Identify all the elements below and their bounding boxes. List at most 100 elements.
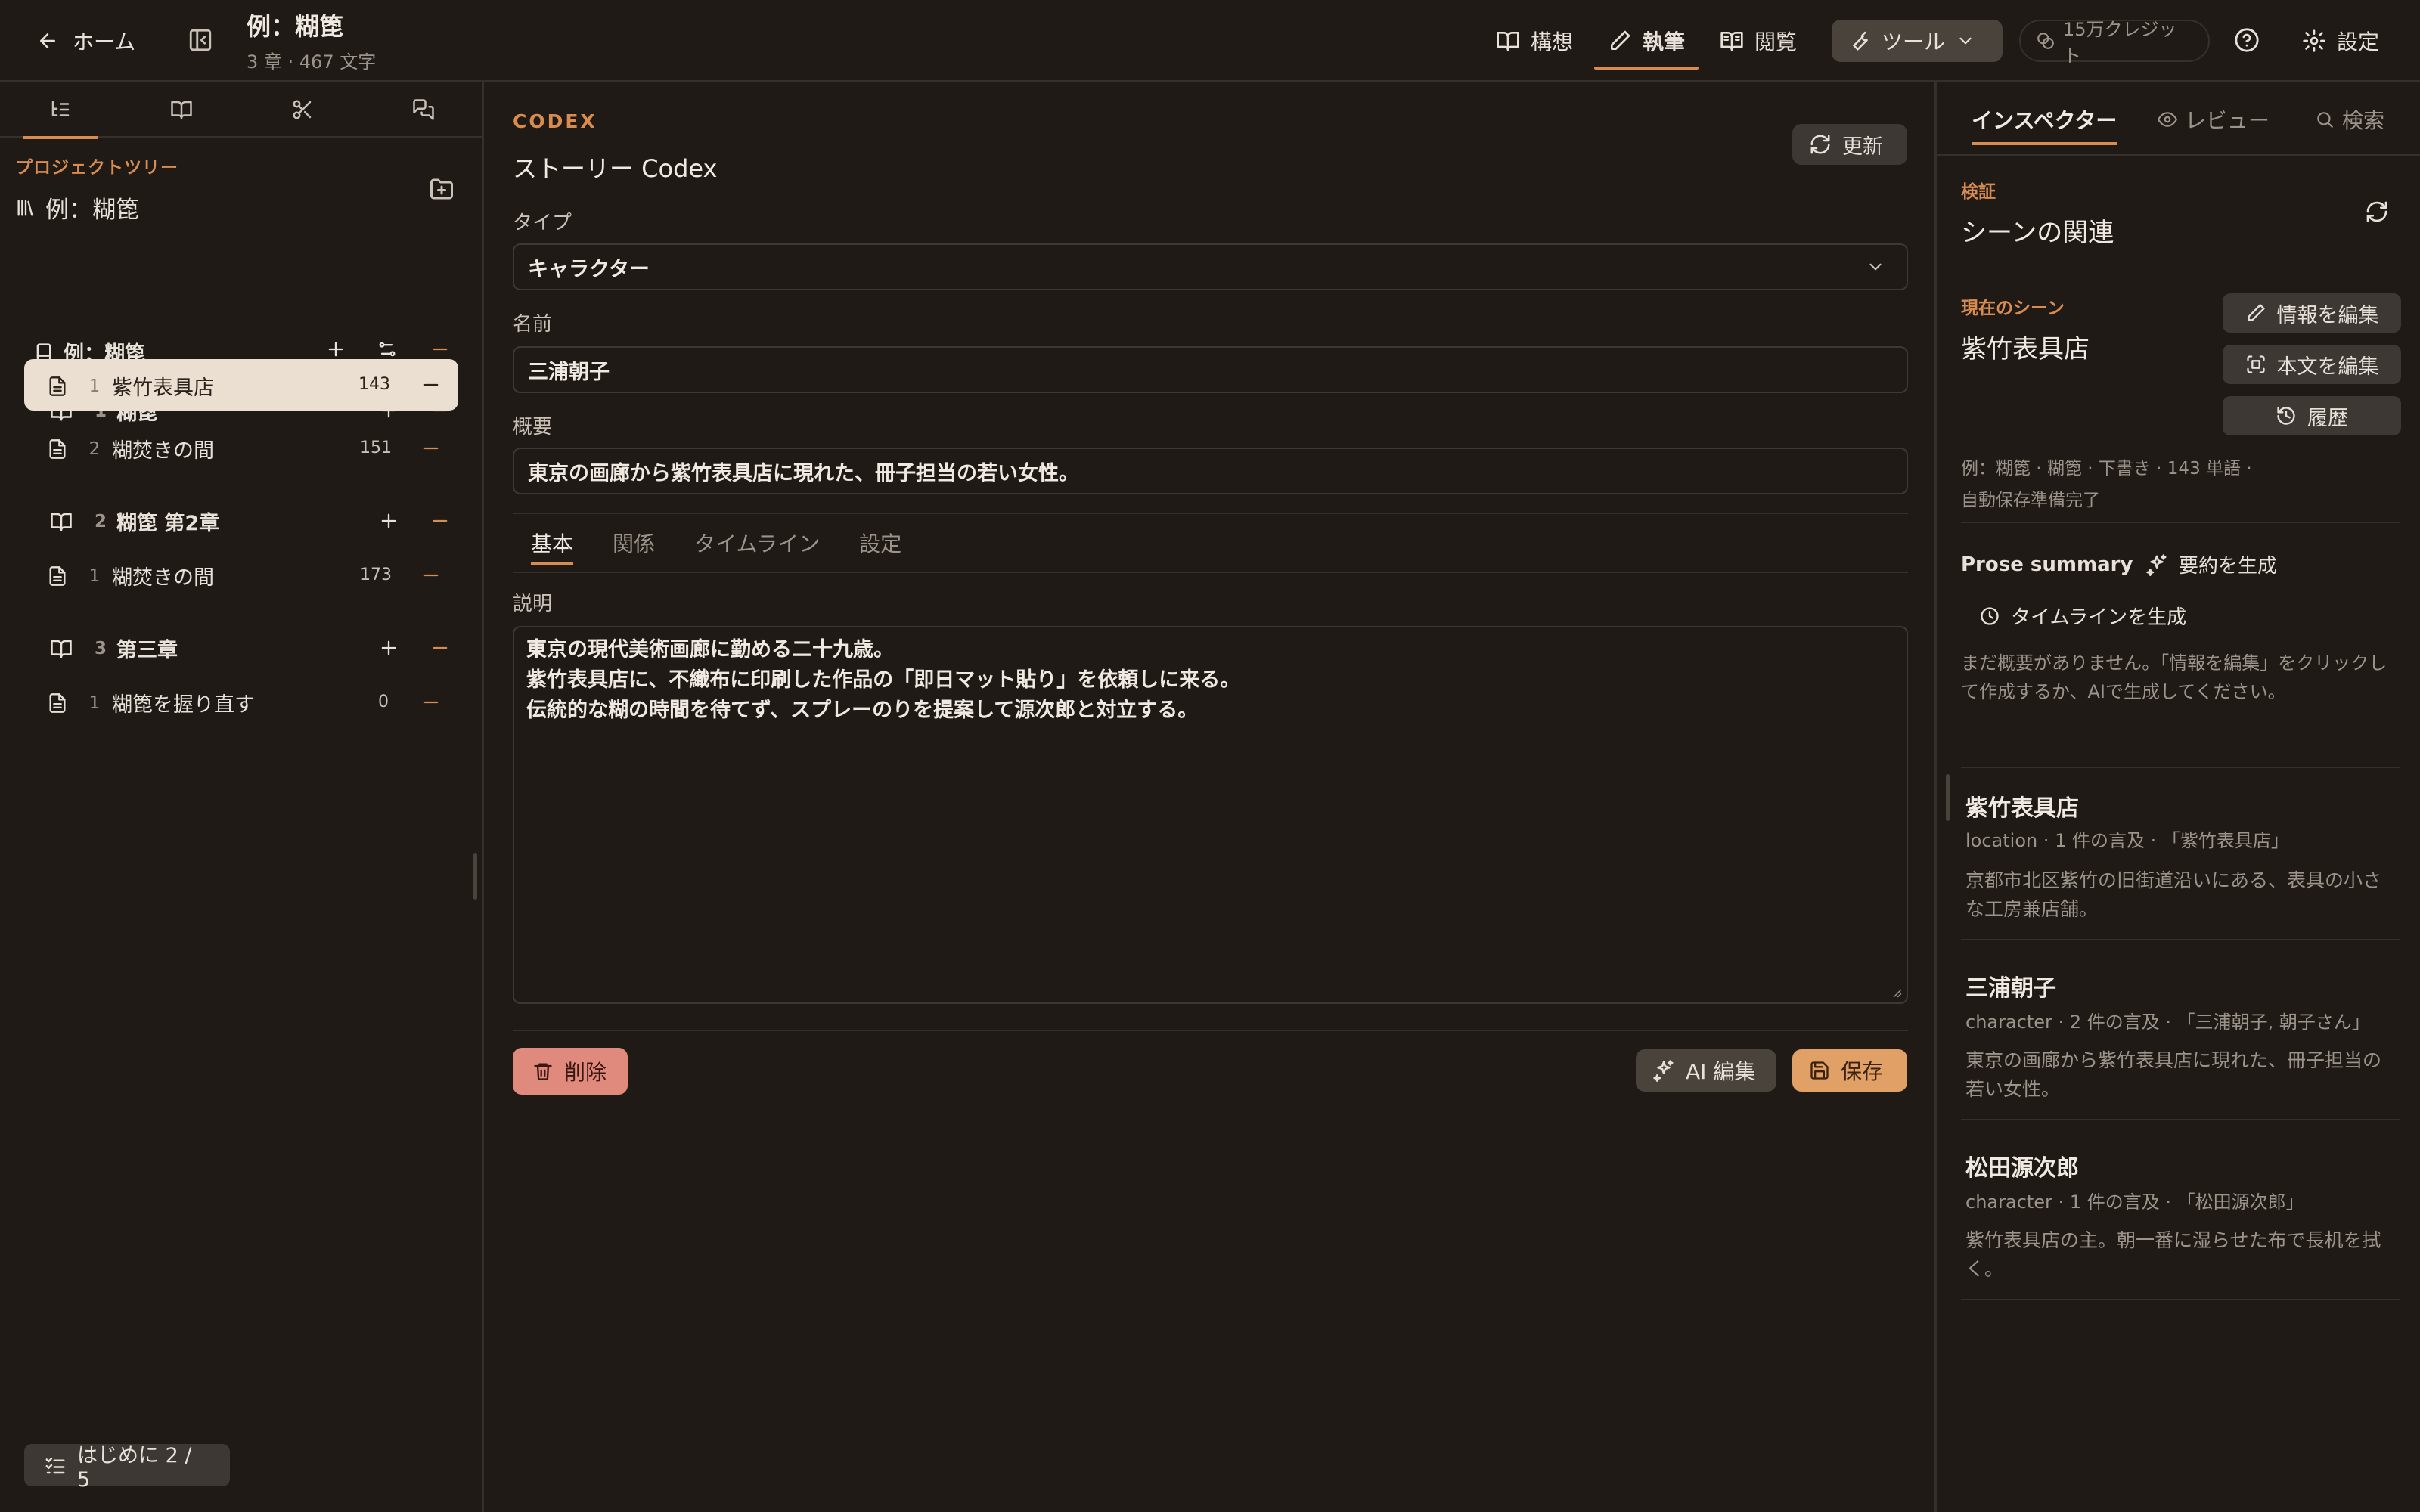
scene-word-count: 0 xyxy=(378,692,389,711)
tree-scene[interactable]: 1 紫竹表具店 xyxy=(47,371,214,401)
tab-timeline[interactable]: タイムライン xyxy=(694,514,820,572)
generate-timeline-label: タイムラインを生成 xyxy=(2011,606,2187,629)
tab-search[interactable]: 検索 xyxy=(2315,104,2384,135)
wrench-icon xyxy=(1848,29,1871,52)
clock-icon xyxy=(1979,606,2000,627)
getting-started-button[interactable]: はじめに 2 / 5 xyxy=(24,1444,230,1492)
new-folder-icon[interactable] xyxy=(428,175,455,203)
add-icon[interactable] xyxy=(378,510,399,531)
tab-settings[interactable]: 設定 xyxy=(859,514,901,572)
tab-review[interactable]: レビュー xyxy=(2158,104,2270,135)
current-scene-label: 現在のシーン xyxy=(1961,299,2065,318)
remove-icon[interactable] xyxy=(420,565,442,586)
scroll-handle[interactable] xyxy=(1946,774,1950,821)
settings-button[interactable]: 設定 xyxy=(2302,26,2379,56)
edit-info-button[interactable]: 情報を編集 xyxy=(2223,293,2401,333)
remove-icon[interactable] xyxy=(420,692,442,713)
refresh-icon[interactable] xyxy=(2365,200,2389,224)
save-label: 保存 xyxy=(1841,1059,1884,1084)
generate-timeline-button[interactable]: タイムラインを生成 xyxy=(1979,602,2186,630)
divider xyxy=(1961,767,2400,768)
codex-entry-desc: 東京の画廊から紫竹表具店に現れた、冊子担当の若い女性。 xyxy=(1965,1049,2382,1100)
tree-list-icon xyxy=(49,98,72,121)
tab-basic[interactable]: 基本 xyxy=(531,514,574,572)
tree-scene[interactable]: 1 糊焚きの間 xyxy=(47,561,214,590)
verify-label: 検証 xyxy=(1961,182,1996,202)
tab-chat[interactable] xyxy=(386,82,461,138)
file-icon xyxy=(47,692,68,714)
chapter-label: 第三章 xyxy=(116,639,178,662)
summary-label: 概要 xyxy=(513,416,553,438)
project-subtitle: 3 章 · 467 文字 xyxy=(247,51,377,73)
resize-handle[interactable] xyxy=(473,853,477,900)
remove-icon[interactable] xyxy=(430,510,451,531)
type-select[interactable]: キャラクター xyxy=(513,243,1908,290)
codex-entry-meta: character · 1 件の言及 · 「松田源次郎」 xyxy=(1965,1191,2304,1213)
tree-chapter[interactable]: 2 糊箆 第2章 xyxy=(50,507,219,536)
scan-text-icon xyxy=(2245,354,2266,375)
edit-info-label: 情報を編集 xyxy=(2276,303,2379,327)
mode-plan[interactable]: 構想 xyxy=(1482,17,1587,65)
tree-chapter[interactable]: 3 第三章 xyxy=(50,634,178,663)
remove-icon[interactable] xyxy=(420,438,442,459)
mode-read[interactable]: 閲覧 xyxy=(1706,17,1810,65)
generate-summary-button[interactable]: 要約を生成 xyxy=(2145,550,2277,578)
add-icon[interactable] xyxy=(325,339,346,360)
mode-read-label: 閲覧 xyxy=(1754,29,1798,54)
help-icon[interactable] xyxy=(2234,27,2260,53)
credits-badge[interactable]: 15万クレジット xyxy=(2019,19,2210,67)
scene-number: 1 xyxy=(88,692,101,713)
tab-tree[interactable] xyxy=(23,82,98,139)
add-icon[interactable] xyxy=(378,637,399,658)
remove-icon[interactable] xyxy=(420,374,442,395)
tab-relations[interactable]: 関係 xyxy=(613,514,655,572)
delete-button[interactable]: 削除 xyxy=(513,1048,628,1095)
remove-icon[interactable] xyxy=(430,339,451,360)
name-field[interactable]: 三浦朝子 xyxy=(513,346,1908,393)
ai-edit-button[interactable]: AI 編集 xyxy=(1636,1049,1776,1092)
codex-entry-meta: character · 2 件の言及 · 「三浦朝子, 朝子さん」 xyxy=(1965,1012,2370,1033)
mode-write[interactable]: 執筆 xyxy=(1594,17,1699,70)
type-label: タイプ xyxy=(513,212,572,234)
resize-grip-icon[interactable] xyxy=(1888,984,1902,998)
codex-entry-name[interactable]: 松田源次郎 xyxy=(1965,1149,2079,1182)
project-sidebar: プロジェクトツリー 例：糊箆 例：糊箆 1 糊箆 1 紫竹表具店 143 2 糊… xyxy=(0,82,484,1512)
tools-dropdown[interactable]: ツール xyxy=(1832,20,2003,62)
scene-meta: 例：糊箆 · 糊箆 · 下書き · 143 単語 · xyxy=(1961,459,2252,479)
codex-entry-meta: location · 1 件の言及 · 「紫竹表具店」 xyxy=(1965,830,2289,851)
codex-entry-name[interactable]: 三浦朝子 xyxy=(1965,969,2056,1002)
tab-book[interactable] xyxy=(144,82,219,138)
description-textarea[interactable]: 東京の現代美術画廊に勤める二十九歳。 紫竹表具店に、不織布に印刷した作品の「即日… xyxy=(513,626,1908,1004)
tree-scene[interactable]: 2 糊焚きの間 xyxy=(47,434,214,463)
gear-icon xyxy=(2302,29,2326,53)
summary-field[interactable]: 東京の画廊から紫竹表具店に現れた、冊子担当の若い女性。 xyxy=(513,448,1908,494)
book-open-icon xyxy=(1496,29,1520,53)
sort-icon[interactable] xyxy=(377,339,398,360)
eye-icon xyxy=(2158,110,2177,129)
credits-label: 15万クレジット xyxy=(2063,19,2177,67)
tab-inspector-label: インスペクター xyxy=(1972,108,2118,133)
codex-tabs: 基本 関係 タイムライン 設定 xyxy=(513,513,1908,573)
tree-project[interactable]: 例：糊箆 xyxy=(15,191,139,225)
scissors-icon xyxy=(291,98,314,121)
tab-inspector[interactable]: インスペクター xyxy=(1972,104,2118,145)
edit-text-button[interactable]: 本文を編集 xyxy=(2223,345,2401,384)
remove-icon[interactable] xyxy=(430,637,451,658)
refresh-button[interactable]: 更新 xyxy=(1792,124,1907,165)
codex-entry-name[interactable]: 紫竹表具店 xyxy=(1965,789,2079,823)
tab-snippets[interactable] xyxy=(265,82,340,138)
sidebar-toggle-icon[interactable] xyxy=(188,27,213,53)
chat-icon xyxy=(412,98,435,121)
tree-heading: プロジェクトツリー xyxy=(15,158,178,178)
history-button[interactable]: 履歴 xyxy=(2223,396,2401,435)
library-icon xyxy=(15,197,36,218)
mode-plan-label: 構想 xyxy=(1531,29,1574,54)
prose-summary-label: Prose summary xyxy=(1961,553,2133,576)
refresh-icon xyxy=(1809,133,1832,156)
scene-word-count: 151 xyxy=(360,438,392,457)
home-button[interactable]: ホーム xyxy=(36,26,135,56)
name-label: 名前 xyxy=(513,313,553,336)
save-button[interactable]: 保存 xyxy=(1792,1049,1907,1092)
chevron-down-icon xyxy=(1956,31,1975,51)
tree-scene[interactable]: 1 糊箆を握り直す xyxy=(47,688,255,717)
